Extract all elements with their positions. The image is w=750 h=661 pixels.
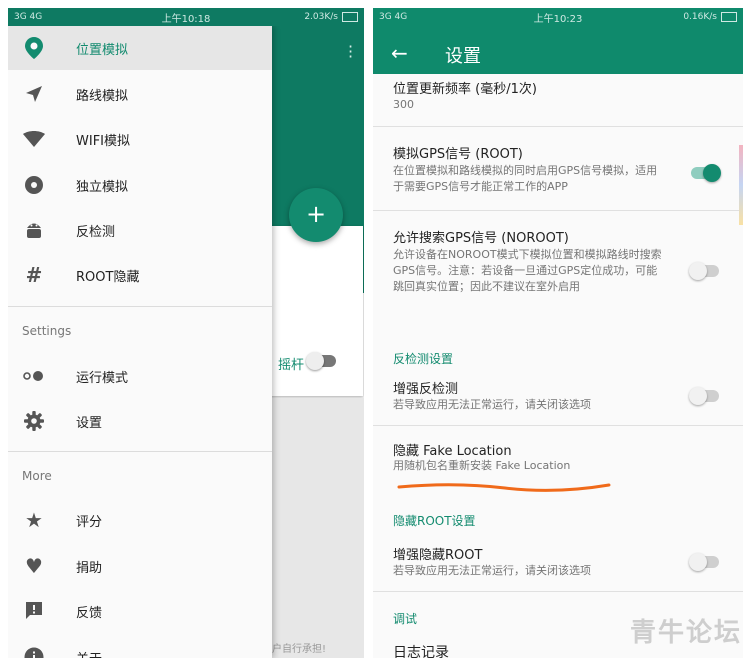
category-hide-root: 隐藏ROOT设置 bbox=[393, 514, 476, 528]
drawer-item-donate[interactable]: ♥ 捐助 bbox=[8, 544, 272, 588]
android-icon bbox=[22, 218, 46, 242]
drawer-item-route-sim[interactable]: 路线模拟 bbox=[8, 72, 272, 116]
status-time: 上午10:18 bbox=[161, 13, 211, 25]
battery-icon bbox=[721, 12, 737, 22]
pref-summary: 若导致应用无法正常运行，请关闭该选项 bbox=[393, 564, 591, 577]
toggle-knob bbox=[689, 553, 707, 571]
hash-icon: # bbox=[25, 263, 43, 287]
pref-update-frequency[interactable]: 位置更新频率 (毫秒/1次) 300 bbox=[373, 74, 743, 126]
pref-summary: 允许设备在NOROOT模式下模拟位置和模拟路线时搜索GPS信号。注意：若设备一旦… bbox=[393, 248, 662, 293]
drawer-item-settings[interactable]: 设置 bbox=[8, 399, 272, 443]
drawer-item-label: 反馈 bbox=[76, 605, 103, 621]
status-time: 上午10:23 bbox=[533, 13, 583, 25]
settings-list: 位置更新频率 (毫秒/1次) 300 模拟GPS信号 (ROOT) 在位置模拟和… bbox=[373, 74, 743, 658]
underline-annotation bbox=[397, 483, 611, 492]
pref-title: 增强反检测 bbox=[393, 382, 459, 397]
gps-search-toggle[interactable] bbox=[689, 262, 719, 280]
background-bottom-text: 户自行承担! bbox=[272, 644, 327, 655]
pref-enhance-anti-detect[interactable]: 增强反检测 若导致应用无法正常运行，请关闭该选项 bbox=[373, 370, 743, 422]
drawer-item-label: 关于 bbox=[76, 648, 102, 659]
pref-enhance-hide-root[interactable]: 增强隐藏ROOT 若导致应用无法正常运行，请关闭该选项 bbox=[373, 532, 743, 584]
pref-title: 增强隐藏ROOT bbox=[393, 548, 483, 563]
enhance-hide-root-toggle[interactable] bbox=[689, 553, 719, 571]
drawer-item-feedback[interactable]: 反馈 bbox=[8, 589, 272, 633]
net-speed: 2.03K/s bbox=[304, 12, 338, 22]
drawer-section-more: More bbox=[22, 469, 52, 483]
toggle-knob bbox=[689, 387, 707, 405]
toggle-dots-icon bbox=[22, 364, 46, 388]
drawer-item-rate[interactable]: ★ 评分 bbox=[8, 498, 272, 542]
overflow-menu-icon[interactable]: · · · bbox=[348, 39, 353, 65]
pref-title: 隐藏 Fake Location bbox=[393, 444, 512, 459]
watermark-logo: 青牛论坛 bbox=[629, 618, 742, 648]
pref-title: 位置更新频率 (毫秒/1次) bbox=[393, 82, 537, 97]
location-pin-icon bbox=[22, 36, 46, 60]
feedback-icon bbox=[22, 599, 46, 623]
pref-summary: 在位置模拟和路线模拟的同时启用GPS信号模拟，适用于需要GPS信号才能正常工作的… bbox=[393, 164, 658, 193]
signal-indicator: 3G 4G bbox=[14, 12, 43, 22]
record-icon bbox=[22, 173, 46, 197]
rocker-switch[interactable] bbox=[306, 352, 336, 370]
pref-title: 日志记录 bbox=[393, 645, 449, 658]
drawer-item-label: 路线模拟 bbox=[76, 88, 129, 104]
drawer-divider bbox=[8, 306, 272, 307]
drawer-item-anti-detect[interactable]: 反检测 bbox=[8, 208, 272, 252]
add-fab-button[interactable]: + bbox=[289, 188, 343, 242]
pref-summary: 用随机包名重新安装 Fake Location bbox=[393, 459, 571, 472]
wifi-icon bbox=[22, 127, 46, 151]
pref-title: 模拟GPS信号 (ROOT) bbox=[393, 147, 523, 162]
drawer-item-label: 反检测 bbox=[76, 224, 116, 240]
pref-gps-search[interactable]: 允许搜索GPS信号 (NOROOT) 允许设备在NOROOT模式下模拟位置和模拟… bbox=[373, 211, 743, 323]
pref-value: 300 bbox=[393, 98, 414, 111]
drawer-item-wifi-sim[interactable]: WIFI模拟 bbox=[8, 117, 272, 161]
back-arrow-icon[interactable]: ← bbox=[391, 41, 408, 65]
right-phone-screen: ← 设置 3G 4G 上午10:23 0.16K/s 位置更新频率 (毫秒/1次… bbox=[373, 8, 743, 658]
status-bar: 3G 4G 上午10:23 0.16K/s bbox=[373, 8, 743, 26]
category-anti-detect: 反检测设置 bbox=[393, 352, 454, 366]
drawer-item-label: 运行模式 bbox=[76, 370, 129, 386]
rocker-label: 摇杆 bbox=[278, 358, 305, 373]
navigation-drawer: 位置模拟 路线模拟 WIFI模拟 独立模拟 反检测 # ROOT隐藏 Setti… bbox=[8, 26, 272, 658]
drawer-item-root-hide[interactable]: # ROOT隐藏 bbox=[8, 253, 272, 297]
heart-icon: ♥ bbox=[25, 554, 43, 578]
net-speed: 0.16K/s bbox=[683, 12, 717, 22]
drawer-item-location-sim[interactable]: 位置模拟 bbox=[8, 26, 272, 70]
drawer-divider bbox=[8, 451, 272, 452]
toggle-knob bbox=[703, 164, 721, 182]
left-phone-screen: · · · + 摇杆 户自行承担! 3G 4G 上午10:18 2.03K/s 位置… bbox=[8, 8, 364, 658]
enhance-anti-detect-toggle[interactable] bbox=[689, 387, 719, 405]
drawer-item-label: ROOT隐藏 bbox=[76, 269, 140, 285]
drawer-item-about[interactable]: 关于 bbox=[8, 635, 272, 658]
pref-title: 允许搜索GPS信号 (NOROOT) bbox=[393, 231, 569, 246]
status-bar: 3G 4G 上午10:18 2.03K/s bbox=[8, 8, 364, 26]
drawer-item-run-mode[interactable]: 运行模式 bbox=[8, 354, 272, 398]
drawer-item-standalone-sim[interactable]: 独立模拟 bbox=[8, 163, 272, 207]
pref-summary: 若导致应用无法正常运行，请关闭该选项 bbox=[393, 398, 591, 411]
category-debug: 调试 bbox=[393, 612, 418, 626]
page-title: 设置 bbox=[445, 46, 481, 67]
toggle-knob bbox=[689, 262, 707, 280]
drawer-item-label: 评分 bbox=[76, 514, 103, 530]
drawer-item-label: 捐助 bbox=[76, 560, 103, 576]
battery-icon bbox=[342, 12, 358, 22]
star-icon: ★ bbox=[25, 508, 43, 532]
info-icon bbox=[22, 645, 46, 658]
divider bbox=[373, 591, 743, 592]
drawer-item-label: 位置模拟 bbox=[76, 42, 129, 58]
drawer-item-label: 独立模拟 bbox=[76, 179, 129, 195]
navigation-arrow-icon bbox=[22, 82, 46, 106]
gear-icon bbox=[22, 409, 46, 433]
pref-gps-signal[interactable]: 模拟GPS信号 (ROOT) 在位置模拟和路线模拟的同时启用GPS信号模拟，适用… bbox=[373, 127, 743, 207]
drawer-item-label: WIFI模拟 bbox=[76, 133, 130, 149]
signal-indicator: 3G 4G bbox=[379, 12, 408, 22]
gps-signal-toggle[interactable] bbox=[691, 164, 721, 182]
edge-overlay-strip bbox=[739, 145, 743, 225]
drawer-section-settings: Settings bbox=[22, 324, 72, 338]
drawer-item-label: 设置 bbox=[76, 415, 103, 431]
pref-hide-fake-location[interactable]: 隐藏 Fake Location 用随机包名重新安装 Fake Location bbox=[373, 426, 743, 486]
